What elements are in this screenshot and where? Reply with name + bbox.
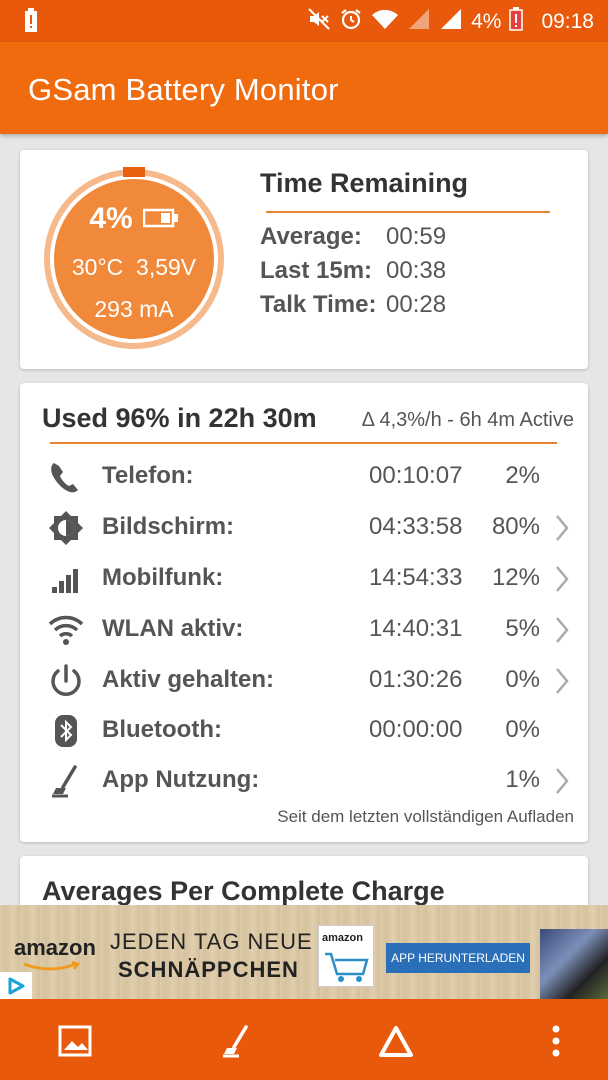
usage-footnote: Seit dem letzten vollständigen Aufladen	[277, 807, 574, 826]
image-button[interactable]	[55, 1021, 95, 1061]
ad-headline: JEDEN TAG NEUE	[110, 929, 313, 954]
gauge-readout: 4% 30°C 3,59V 293 mA	[41, 166, 227, 352]
chevron-right-icon[interactable]	[554, 767, 570, 795]
usage-name: Bluetooth:	[102, 716, 222, 743]
gauge-percent: 4%	[89, 202, 133, 235]
delta-button[interactable]	[376, 1021, 416, 1061]
usage-delta: Δ 4,3%/h - 6h 4m Active	[361, 409, 574, 431]
signal-icon	[439, 7, 463, 37]
usage-percent: 0%	[505, 716, 540, 743]
usage-percent: 1%	[505, 766, 540, 793]
usage-duration: 14:40:31	[369, 615, 463, 642]
status-bar: 4% 09:18	[0, 0, 608, 42]
divider	[50, 442, 557, 444]
usage-row-aktiv-gehalten[interactable]: Aktiv gehalten: 01:30:26 0%	[20, 655, 588, 705]
app-usage-icon	[52, 765, 77, 798]
app-title: GSam Battery Monitor	[28, 72, 339, 107]
usage-row-wlan[interactable]: WLAN aktiv: 14:40:31 5%	[20, 604, 588, 654]
adchoices-icon[interactable]	[0, 972, 32, 999]
time-remaining-row: Talk Time: 00:28	[260, 291, 446, 319]
cart-icon	[325, 952, 369, 982]
usage-name: App Nutzung:	[102, 766, 260, 793]
row-label: Talk Time:	[260, 291, 377, 318]
mute-icon	[307, 7, 331, 37]
usage-card: Used 96% in 22h 30m Δ 4,3%/h - 6h 4m Act…	[20, 383, 588, 842]
ad-product-image	[540, 929, 608, 999]
signal-icon	[407, 7, 431, 37]
ad-download-button[interactable]: APP HERUNTERLADEN	[386, 943, 530, 973]
amazon-app-logo: amazon	[318, 925, 374, 987]
usage-name: Telefon:	[102, 462, 194, 489]
ad-logo-label: amazon	[322, 932, 363, 944]
usage-row-bluetooth[interactable]: Bluetooth: 00:00:00 0%	[20, 705, 588, 755]
chevron-right-icon[interactable]	[554, 616, 570, 644]
usage-percent: 12%	[491, 564, 540, 591]
usage-row-bildschirm[interactable]: Bildschirm: 04:33:58 80%	[20, 502, 588, 552]
chevron-right-icon[interactable]	[554, 565, 570, 593]
wifi-icon	[48, 615, 84, 645]
more-vert-icon	[552, 1025, 560, 1057]
ad-banner[interactable]: amazon JEDEN TAG NEUE SCHNÄPPCHEN amazon…	[0, 905, 608, 999]
alarm-icon	[339, 7, 363, 37]
usage-percent: 0%	[505, 666, 540, 693]
usage-duration: 04:33:58	[369, 513, 463, 540]
gauge-current: 293 mA	[94, 296, 174, 322]
battery-summary-card[interactable]: 4% 30°C 3,59V 293 mA Time Remaining Aver…	[20, 150, 588, 369]
row-label: Average:	[260, 223, 362, 250]
usage-title: Used 96% in 22h 30m	[42, 403, 317, 433]
gauge-temperature: 30°C	[71, 254, 124, 280]
time-remaining-title: Time Remaining	[260, 168, 469, 198]
time-remaining-row: Last 15m: 00:38	[260, 257, 446, 285]
usage-duration: 00:10:07	[369, 462, 463, 489]
temp-voltage: 30°C 3,59V	[41, 254, 227, 281]
usage-percent: 2%	[505, 462, 540, 489]
divider	[266, 211, 550, 213]
usage-name: WLAN aktiv:	[102, 615, 244, 642]
usage-duration: 14:54:33	[369, 564, 463, 591]
battery-alert-icon	[20, 8, 42, 39]
brightness-icon	[49, 511, 83, 545]
battery-icon	[142, 202, 179, 236]
usage-name: Bildschirm:	[102, 513, 235, 540]
bluetooth-icon	[55, 715, 77, 747]
ad-brand: amazon	[14, 935, 96, 960]
image-icon	[58, 1025, 92, 1057]
usage-row-telefon[interactable]: Telefon: 00:10:07 2%	[20, 451, 588, 501]
row-value: 00:38	[386, 257, 447, 284]
overflow-menu-button[interactable]	[536, 1021, 576, 1061]
phone-icon	[51, 463, 78, 493]
power-icon	[51, 664, 81, 696]
signal-bars-icon	[52, 569, 78, 593]
usage-duration: 01:30:26	[369, 666, 463, 693]
app-bar: GSam Battery Monitor	[0, 42, 608, 134]
gauge-voltage: 3,59V	[136, 254, 197, 280]
wifi-icon	[371, 7, 399, 37]
ad-subheadline: SCHNÄPPCHEN	[118, 957, 299, 982]
usage-duration: 00:00:00	[369, 716, 463, 743]
usage-percent: 80%	[491, 513, 540, 540]
time-remaining-row: Average: 00:59	[260, 223, 446, 251]
row-value: 00:28	[386, 291, 447, 318]
row-label: Last 15m:	[260, 257, 373, 284]
averages-title: Averages Per Complete Charge	[42, 876, 445, 906]
bottom-toolbar	[0, 999, 608, 1080]
delta-icon	[379, 1026, 413, 1057]
row-value: 00:59	[386, 223, 447, 250]
usage-row-mobilfunk[interactable]: Mobilfunk: 14:54:33 12%	[20, 553, 588, 603]
chevron-right-icon[interactable]	[554, 514, 570, 542]
usage-row-app-nutzung[interactable]: App Nutzung: 1%	[20, 755, 588, 805]
app-usage-button[interactable]	[216, 1021, 256, 1061]
battery-percent: 4%	[471, 10, 502, 33]
usage-name: Mobilfunk:	[102, 564, 224, 591]
clock: 09:18	[541, 10, 594, 33]
chevron-right-icon[interactable]	[554, 667, 570, 695]
usage-percent: 5%	[505, 615, 540, 642]
usage-name: Aktiv gehalten:	[102, 666, 275, 693]
app-usage-icon	[223, 1025, 248, 1058]
battery-low-icon	[509, 7, 524, 37]
